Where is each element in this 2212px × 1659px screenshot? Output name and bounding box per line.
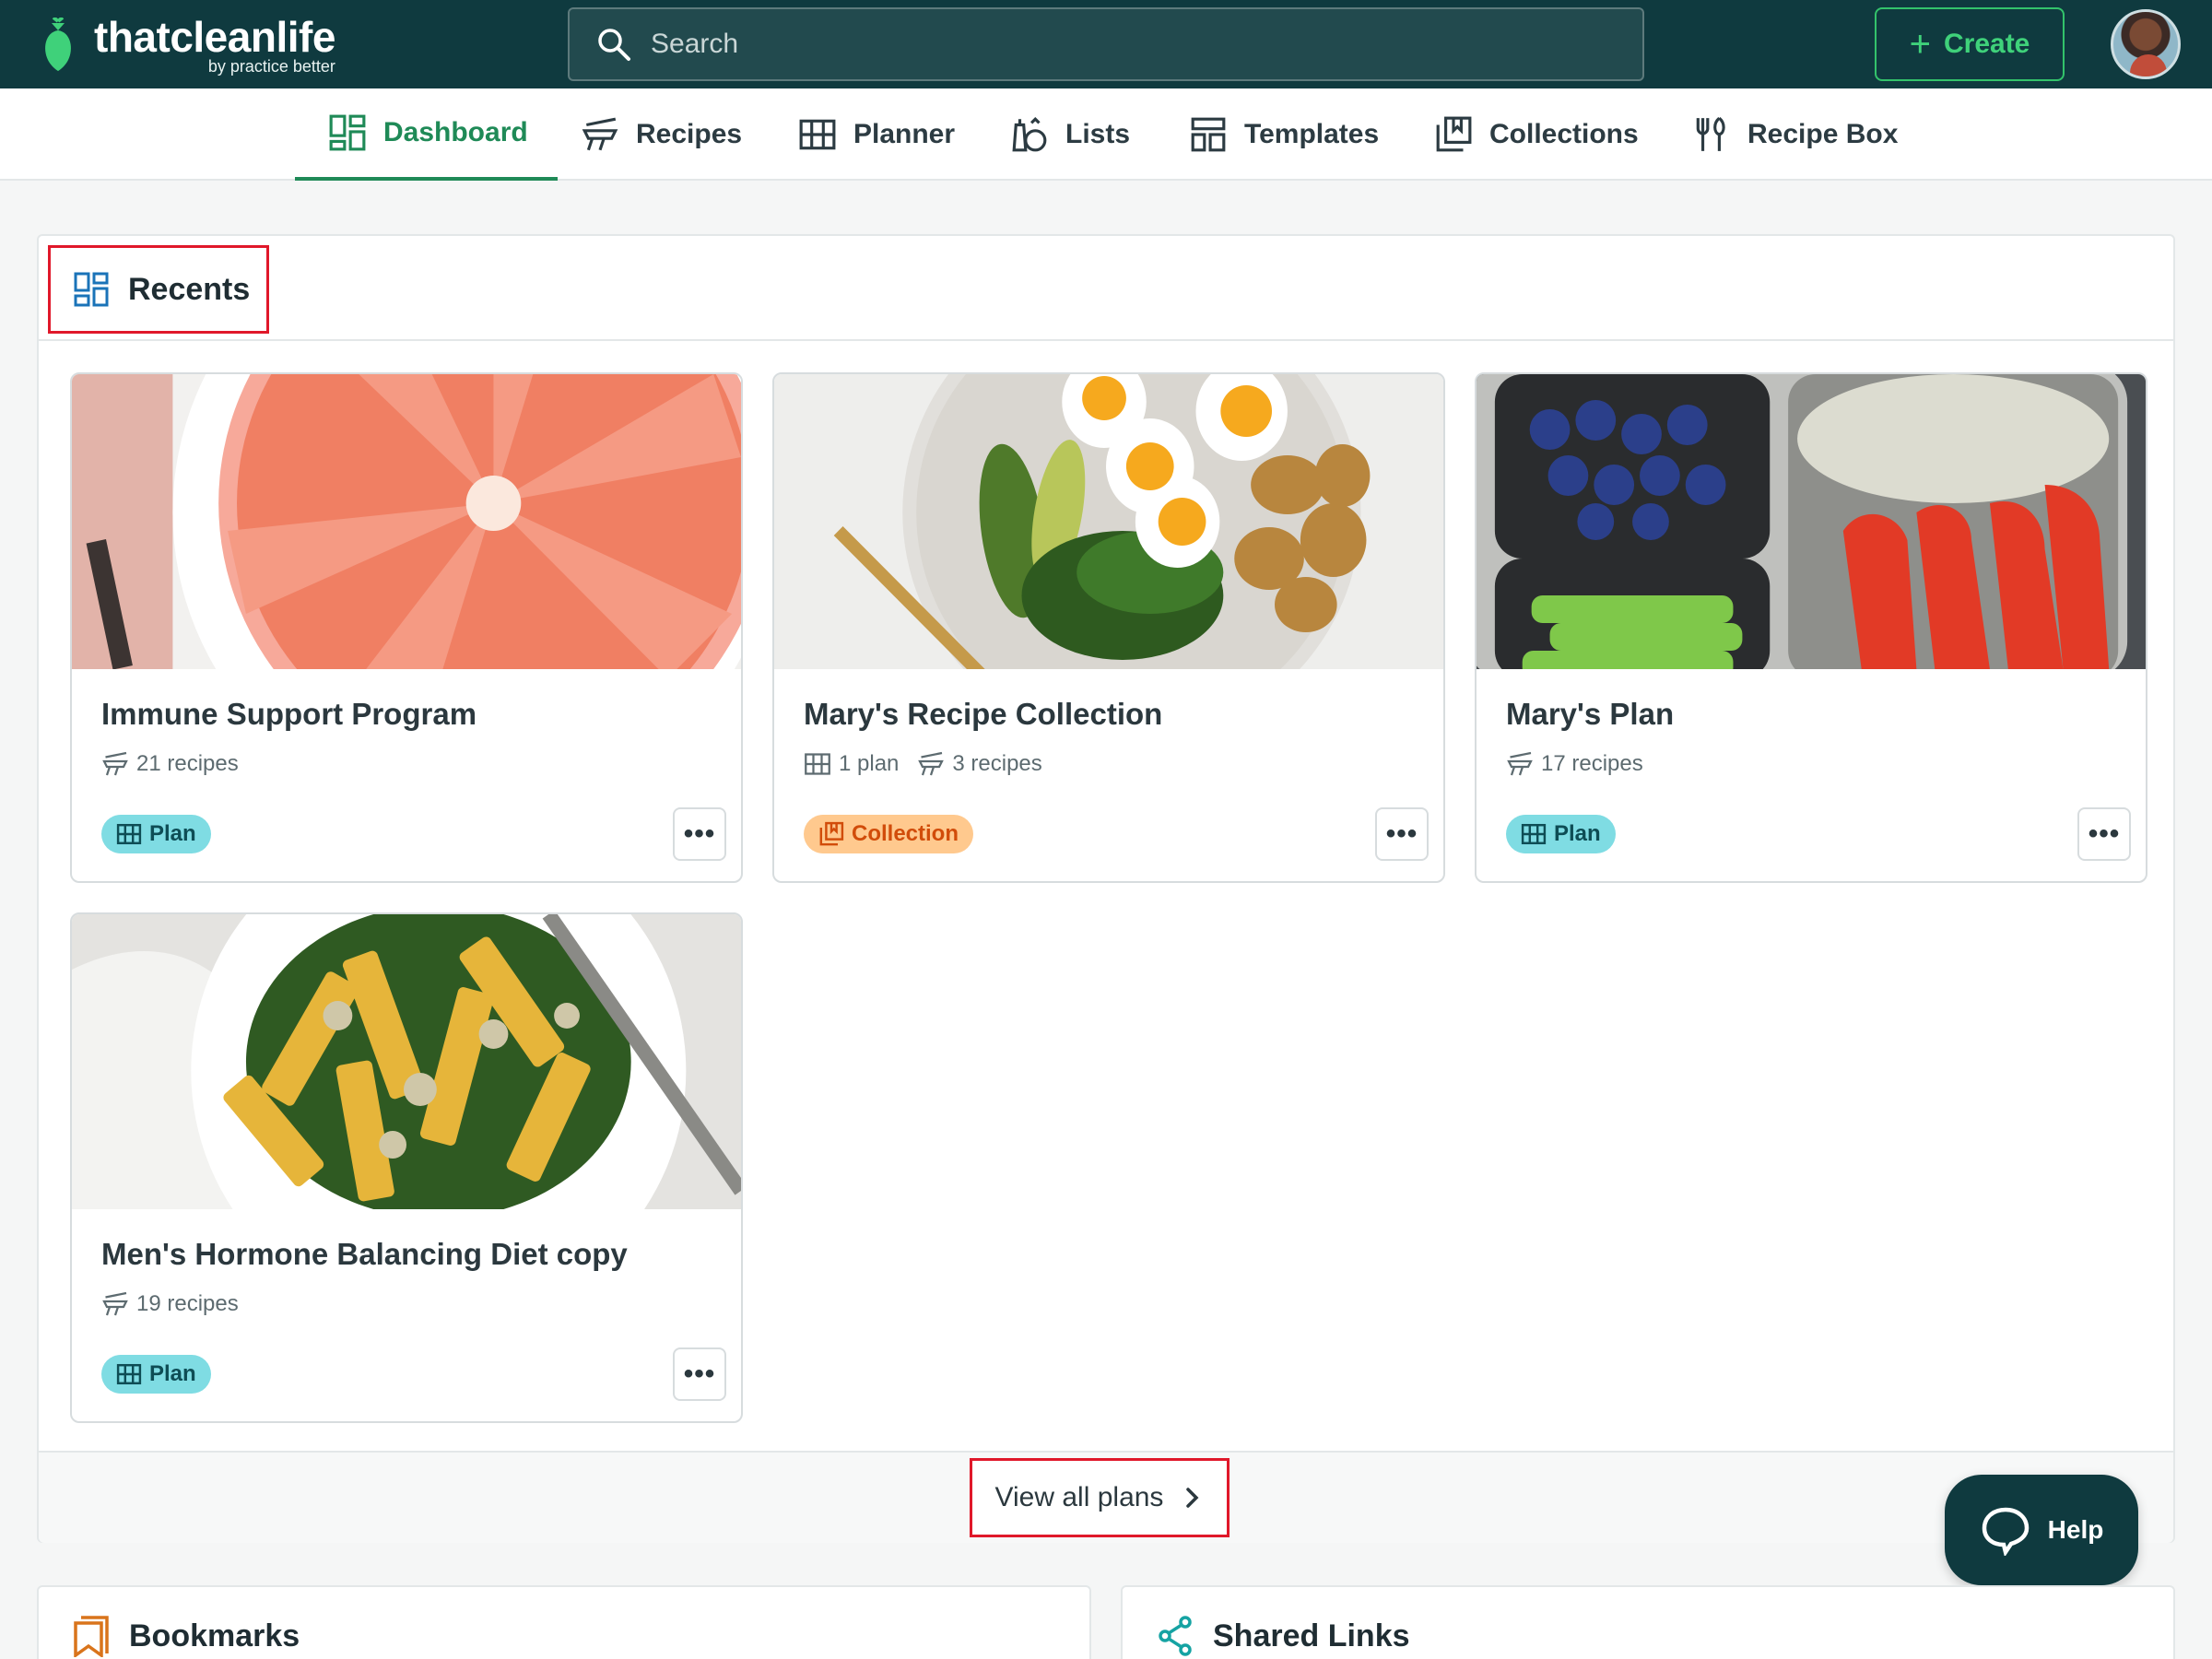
tab-planner[interactable]: Planner [798,88,955,181]
templates-icon [1191,117,1226,152]
dashboard-icon [329,114,366,151]
collections-icon [819,821,844,846]
brand-name: thatcleanlife [94,13,335,61]
recent-card-mens-hormone[interactable]: Men's Hormone Balancing Diet copy 19 rec… [70,912,743,1423]
card-image-bento-box[interactable] [1477,374,2146,669]
card-title[interactable]: Men's Hormone Balancing Diet copy [101,1237,628,1272]
recents-title: Recents [48,245,269,334]
planner-icon [1521,823,1547,845]
plus-icon: + [1909,24,1931,65]
recipes-icon [102,1291,128,1316]
plan-count: 1 plan [839,751,900,776]
dashboard-icon [74,272,109,307]
create-label: Create [1943,29,2030,59]
recipes-icon [918,751,945,776]
planner-icon [799,119,836,150]
main-nav: Dashboard Recipes Planner Lists Template… [0,88,2212,181]
tab-label: Lists [1065,119,1131,149]
recent-card-marys-recipe-collection[interactable]: Mary's Recipe Collection 1 plan 3 recipe… [772,372,1445,883]
brand-logo[interactable]: thatcleanlife by practice better [41,11,335,79]
view-all-label: View all plans [994,1482,1164,1512]
bookmark-icon [74,1616,109,1657]
tab-recipes[interactable]: Recipes [581,88,742,181]
plan-badge: Plan [1506,815,1616,853]
card-meta: 1 plan 3 recipes [804,750,1061,778]
tab-lists[interactable]: Lists [1010,88,1130,181]
logo-leaf-icon [45,18,71,71]
search-box[interactable] [568,7,1644,81]
recents-header: Recents [39,236,2173,341]
card-image-penne[interactable] [72,914,741,1209]
collection-badge: Collection [804,815,974,853]
recipe-count: 3 recipes [952,751,1042,776]
card-title[interactable]: Mary's Recipe Collection [804,697,1162,732]
more-options-button[interactable]: ••• [1375,807,1429,861]
planner-icon [116,823,142,845]
tab-recipe-box[interactable]: Recipe Box [1692,88,1898,181]
card-image-eggs-plate[interactable] [774,374,1443,669]
bookmarks-panel: Bookmarks [37,1585,1091,1659]
card-meta: 19 recipes [101,1290,257,1318]
lists-icon [1012,116,1047,152]
tab-templates[interactable]: Templates [1189,88,1379,181]
help-label: Help [2047,1515,2104,1544]
user-avatar[interactable] [2111,9,2181,79]
recents-panel: Recents Immune Support Program 21 recipe… [37,234,2175,1543]
card-image-grapefruit[interactable] [72,374,741,669]
plan-badge: Plan [101,815,211,853]
recipes-icon [1507,751,1533,776]
card-title[interactable]: Mary's Plan [1506,697,1674,732]
collections-icon [1436,116,1472,152]
top-bar: thatcleanlife by practice better + Creat… [0,0,2212,88]
tab-label: Recipes [636,119,743,149]
recipe-count: 17 recipes [1541,751,1643,776]
card-meta: 21 recipes [101,750,257,778]
recipe-count: 21 recipes [136,751,239,776]
recipes-icon [582,117,618,151]
planner-icon [805,753,830,775]
more-options-button[interactable]: ••• [673,1347,726,1401]
tab-dashboard[interactable]: Dashboard [295,88,558,181]
recipe-count: 19 recipes [136,1291,239,1316]
tab-label: Collections [1489,119,1639,149]
tab-label: Templates [1244,119,1380,149]
tab-label: Planner [853,119,956,149]
tab-label: Recipe Box [1747,119,1899,149]
more-options-button[interactable]: ••• [673,807,726,861]
recent-card-marys-plan[interactable]: Mary's Plan 17 recipes Plan ••• [1475,372,2147,883]
shared-links-title: Shared Links [1156,1615,1410,1657]
recents-footer: View all plans [39,1451,2173,1543]
recent-card-immune-support[interactable]: Immune Support Program 21 recipes Plan •… [70,372,743,883]
shared-links-panel: Shared Links [1121,1585,2175,1659]
more-options-button[interactable]: ••• [2077,807,2131,861]
recipe-box-icon [1696,116,1725,151]
create-button[interactable]: + Create [1875,7,2065,81]
bookmarks-title: Bookmarks [72,1615,300,1657]
brand-byline: by practice better [207,57,335,76]
help-button[interactable]: Help [1945,1475,2138,1585]
search-icon [598,29,630,61]
tab-label: Dashboard [383,117,528,147]
chevron-right-icon [1186,1488,1199,1508]
card-meta: 17 recipes [1506,750,1662,778]
chat-bubble-icon [1982,1507,2029,1556]
recipes-icon [102,751,128,776]
plan-badge: Plan [101,1355,211,1394]
tab-collections[interactable]: Collections [1434,88,1639,181]
share-icon [1159,1616,1192,1656]
card-title[interactable]: Immune Support Program [101,697,477,732]
view-all-plans-button[interactable]: View all plans [970,1458,1230,1537]
planner-icon [116,1363,142,1385]
recents-title-text: Recents [128,271,251,307]
search-input[interactable] [651,29,1572,60]
